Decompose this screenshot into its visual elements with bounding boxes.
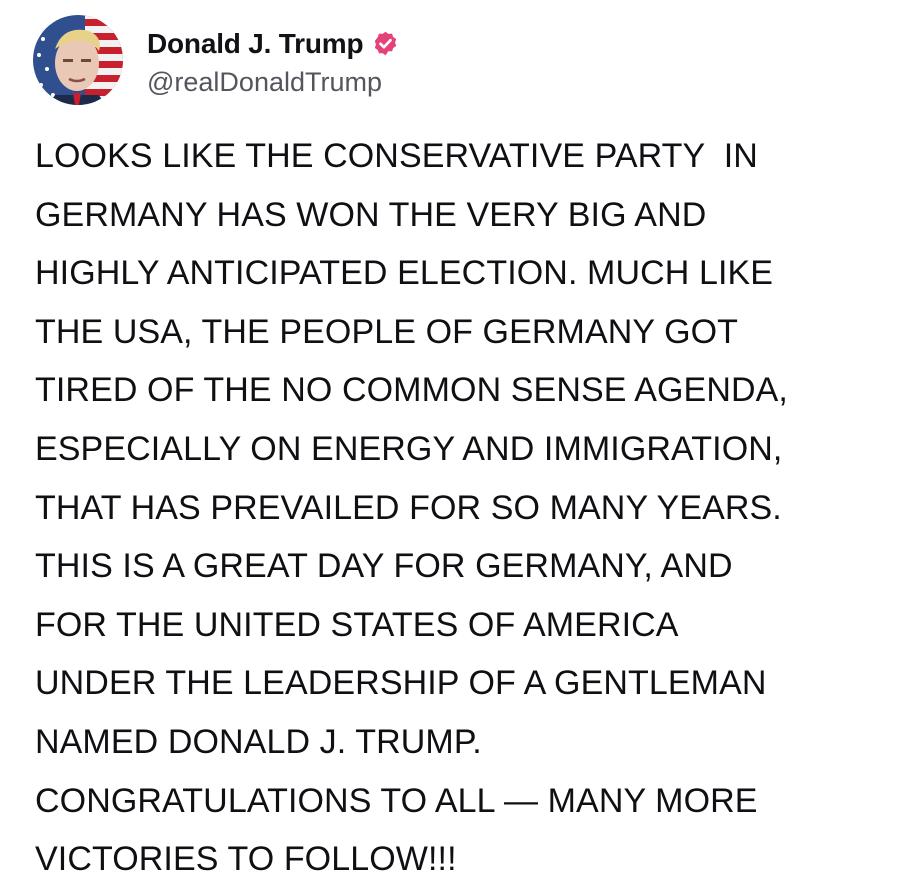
post-line: NAMED DONALD J. TRUMP.	[35, 722, 482, 761]
post-header: Donald J. Trump @realDonaldTrump	[33, 14, 399, 106]
name-row: Donald J. Trump	[147, 23, 399, 65]
author-display-name[interactable]: Donald J. Trump	[147, 28, 364, 60]
post-line: VICTORIES TO FOLLOW!!!	[35, 840, 457, 879]
verified-badge-icon	[372, 30, 399, 57]
author-handle[interactable]: @realDonaldTrump	[147, 67, 399, 98]
post-line: UNDER THE LEADERSHIP OF A GENTLEMAN	[35, 664, 767, 703]
post-line: GERMANY HAS WON THE VERY BIG AND	[35, 195, 707, 234]
avatar-image	[33, 15, 123, 105]
author-identity: Donald J. Trump @realDonaldTrump	[147, 23, 399, 98]
post-line: TIRED OF THE NO COMMON SENSE AGENDA,	[35, 371, 788, 410]
author-avatar[interactable]	[33, 15, 123, 105]
post-line: ESPECIALLY ON ENERGY AND IMMIGRATION,	[35, 429, 783, 468]
post-card: Donald J. Trump @realDonaldTrump LOOKS L…	[0, 0, 900, 888]
post-line: HIGHLY ANTICIPATED ELECTION. MUCH LIKE	[35, 254, 774, 293]
post-body: LOOKS LIKE THE CONSERVATIVE PARTY IN GER…	[35, 127, 885, 889]
post-line: LOOKS LIKE THE CONSERVATIVE PARTY IN	[35, 137, 758, 175]
post-line: FOR THE UNITED STATES OF AMERICA	[35, 605, 679, 644]
post-line: THAT HAS PREVAILED FOR SO MANY YEARS.	[35, 488, 782, 527]
post-line: THIS IS A GREAT DAY FOR GERMANY, AND	[35, 547, 733, 586]
post-line: CONGRATULATIONS TO ALL — MANY MORE	[35, 781, 758, 820]
post-line: THE USA, THE PEOPLE OF GERMANY GOT	[35, 312, 739, 351]
